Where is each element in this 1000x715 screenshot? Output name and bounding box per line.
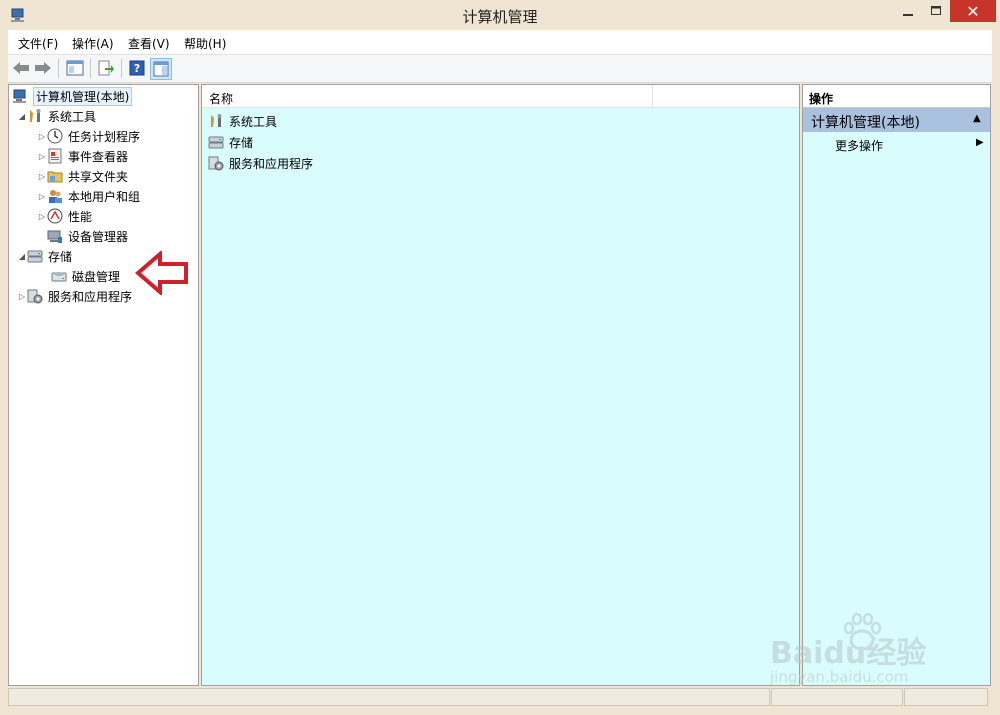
tree-item-shared-folders[interactable]: ▷ 共享文件夹 bbox=[37, 166, 128, 186]
show-hide-tree-button[interactable] bbox=[65, 58, 85, 78]
actions-header: 操作 bbox=[803, 85, 990, 108]
menu-file[interactable]: 文件(F) bbox=[18, 35, 58, 52]
export-list-button[interactable] bbox=[96, 58, 116, 78]
column-separator[interactable] bbox=[652, 85, 653, 107]
performance-icon bbox=[47, 208, 63, 224]
menu-help[interactable]: 帮助(H) bbox=[184, 35, 226, 52]
actions-header-label: 操作 bbox=[809, 92, 834, 106]
storage-icon bbox=[27, 250, 43, 263]
tree-item-label: 系统工具 bbox=[48, 109, 97, 124]
minimize-button[interactable] bbox=[893, 0, 923, 22]
tree-item-label: 服务和应用程序 bbox=[48, 289, 133, 304]
annotation-arrow-icon bbox=[135, 251, 188, 295]
baidu-watermark: Baidu经验 jingyan.baidu.com bbox=[770, 612, 1000, 692]
maximize-icon bbox=[931, 6, 941, 15]
forward-icon bbox=[35, 62, 51, 74]
list-item-storage[interactable]: 存储 bbox=[208, 132, 253, 152]
title-bar: 计算机管理 ✕ bbox=[0, 0, 1000, 30]
tree-item-label: 本地用户和组 bbox=[68, 189, 141, 204]
collapse-arrow-icon[interactable]: ◢ bbox=[17, 252, 27, 261]
expand-arrow-icon[interactable]: ▷ bbox=[37, 192, 47, 201]
list-item-label: 服务和应用程序 bbox=[229, 156, 314, 171]
back-button[interactable] bbox=[11, 58, 31, 78]
tree-item-services-applications[interactable]: ▷ 服务和应用程序 bbox=[17, 286, 132, 306]
help-icon: ? bbox=[129, 60, 145, 76]
status-cell bbox=[8, 688, 770, 706]
content-list-pane: 名称 系统工具 存储 服务和应用程序 bbox=[201, 84, 800, 686]
tree-item-local-users-groups[interactable]: ▷ 本地用户和组 bbox=[37, 186, 140, 206]
tree-item-task-scheduler[interactable]: ▷ 任务计划程序 bbox=[37, 126, 140, 146]
svg-text:?: ? bbox=[134, 62, 140, 75]
shared-folder-icon bbox=[47, 171, 63, 183]
storage-icon bbox=[208, 136, 224, 149]
toolbar-separator bbox=[90, 59, 91, 78]
list-item-label: 存储 bbox=[229, 135, 254, 150]
device-manager-icon bbox=[47, 230, 62, 243]
computer-management-icon bbox=[13, 89, 26, 103]
more-actions-item[interactable]: 更多操作 ▶ bbox=[803, 134, 990, 154]
tree-item-label: 存储 bbox=[48, 249, 73, 264]
toolbar-separator bbox=[58, 59, 59, 78]
list-header: 名称 bbox=[202, 85, 799, 108]
show-hide-tree-icon bbox=[66, 60, 84, 76]
baidu-url-text: jingyan.baidu.com bbox=[770, 668, 909, 686]
services-icon bbox=[27, 289, 43, 304]
tree-item-system-tools[interactable]: ◢ 系统工具 bbox=[17, 106, 96, 126]
collapse-arrow-icon[interactable]: ◢ bbox=[17, 112, 27, 121]
help-button[interactable]: ? bbox=[127, 58, 147, 78]
disk-management-icon bbox=[51, 272, 67, 282]
column-header-name[interactable]: 名称 bbox=[209, 90, 233, 107]
show-hide-action-pane-icon bbox=[153, 61, 169, 77]
toolbar-separator bbox=[121, 59, 122, 78]
event-viewer-icon bbox=[48, 148, 62, 164]
actions-section-label: 计算机管理(本地) bbox=[811, 115, 920, 131]
tree-item-event-viewer[interactable]: ▷ 事件查看器 bbox=[37, 146, 128, 166]
tree-root-label: 计算机管理(本地) bbox=[33, 86, 133, 106]
services-icon bbox=[208, 156, 224, 171]
tree-item-device-manager[interactable]: 设备管理器 bbox=[47, 226, 128, 246]
collapse-up-icon[interactable]: ▲ bbox=[973, 113, 981, 124]
tree-item-disk-management[interactable]: 磁盘管理 bbox=[51, 266, 120, 286]
tree-item-storage[interactable]: ◢ 存储 bbox=[17, 246, 72, 266]
list-item-label: 系统工具 bbox=[229, 114, 278, 129]
back-icon bbox=[13, 62, 29, 74]
expand-arrow-icon[interactable]: ▷ bbox=[37, 152, 47, 161]
tree-item-label: 任务计划程序 bbox=[68, 129, 141, 144]
window-title: 计算机管理 bbox=[462, 8, 538, 26]
actions-pane: 操作 计算机管理(本地) ▲ 更多操作 ▶ bbox=[802, 84, 991, 686]
close-button[interactable]: ✕ bbox=[950, 0, 996, 22]
tree-item-label: 设备管理器 bbox=[68, 229, 129, 244]
show-hide-action-pane-button[interactable] bbox=[150, 58, 172, 80]
expand-arrow-icon[interactable]: ▷ bbox=[37, 132, 47, 141]
close-icon: ✕ bbox=[966, 1, 980, 21]
expand-arrow-icon[interactable]: ▷ bbox=[17, 292, 27, 301]
tools-icon bbox=[211, 114, 222, 127]
toolbar: ? bbox=[8, 55, 992, 83]
tree-item-label: 事件查看器 bbox=[68, 149, 129, 164]
actions-section-computer-management[interactable]: 计算机管理(本地) ▲ bbox=[803, 108, 990, 132]
export-list-icon bbox=[98, 60, 114, 76]
navigation-tree: 计算机管理(本地) ◢ 系统工具 ▷ 任务计划程序 ▷ 事件查看器 ▷ 共享文件… bbox=[8, 84, 199, 686]
list-item-system-tools[interactable]: 系统工具 bbox=[208, 111, 277, 131]
tools-icon bbox=[30, 109, 41, 122]
tree-root[interactable]: 计算机管理(本地) bbox=[12, 86, 133, 106]
more-actions-label: 更多操作 bbox=[835, 139, 884, 153]
baidu-brand-text: Baidu经验 bbox=[770, 636, 927, 671]
clock-icon bbox=[47, 128, 63, 144]
menu-action[interactable]: 操作(A) bbox=[72, 35, 114, 52]
expand-arrow-icon[interactable]: ▷ bbox=[37, 212, 47, 221]
tree-item-label: 性能 bbox=[68, 209, 93, 224]
forward-button[interactable] bbox=[33, 58, 53, 78]
menu-bar: 文件(F) 操作(A) 查看(V) 帮助(H) bbox=[8, 30, 992, 55]
list-item-services-applications[interactable]: 服务和应用程序 bbox=[208, 153, 313, 173]
tree-item-label: 磁盘管理 bbox=[72, 269, 121, 284]
submenu-arrow-icon: ▶ bbox=[976, 137, 984, 148]
minimize-icon bbox=[903, 14, 913, 16]
maximize-button[interactable] bbox=[922, 0, 950, 22]
expand-arrow-icon[interactable]: ▷ bbox=[37, 172, 47, 181]
menu-view[interactable]: 查看(V) bbox=[128, 35, 170, 52]
users-icon bbox=[49, 190, 62, 203]
tree-item-performance[interactable]: ▷ 性能 bbox=[37, 206, 92, 226]
tree-item-label: 共享文件夹 bbox=[68, 169, 129, 184]
